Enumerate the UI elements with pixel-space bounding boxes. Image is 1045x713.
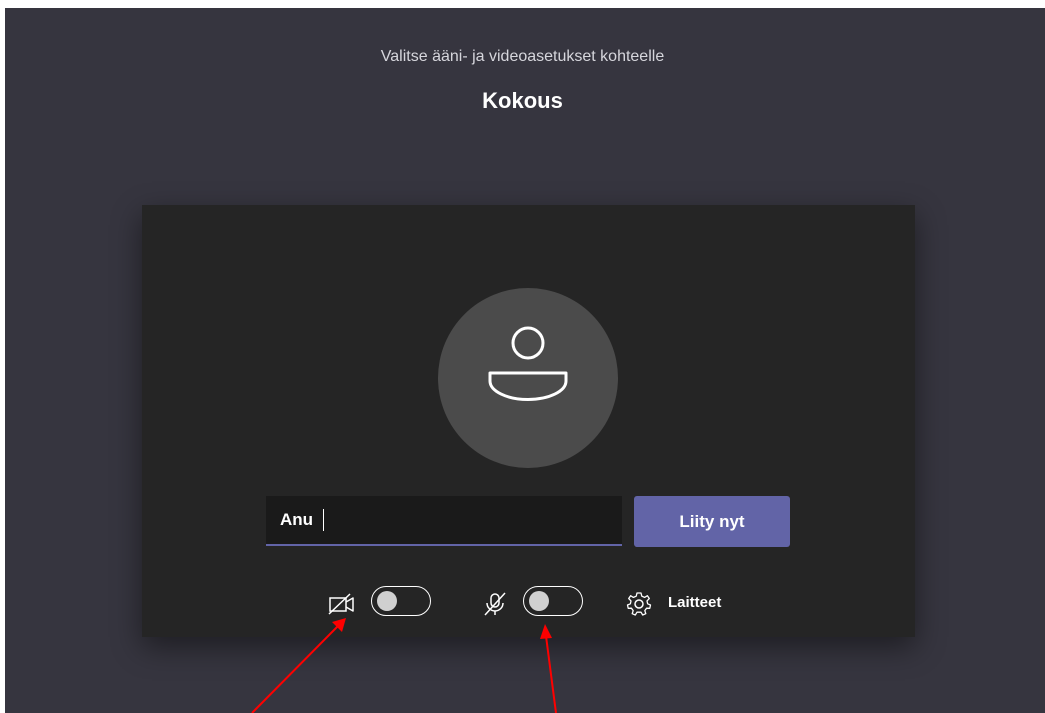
meeting-title: Kokous xyxy=(482,88,563,113)
text-cursor xyxy=(323,509,324,531)
name-input[interactable] xyxy=(280,506,600,534)
camera-off-icon[interactable] xyxy=(328,592,356,616)
camera-toggle-knob xyxy=(377,591,397,611)
avatar xyxy=(438,288,618,468)
devices-label: Laitteet xyxy=(668,594,722,611)
microphone-toggle[interactable] xyxy=(523,586,583,616)
person-icon xyxy=(488,326,568,401)
camera-toggle[interactable] xyxy=(371,586,431,616)
join-now-button[interactable]: Liity nyt xyxy=(634,496,790,547)
gear-icon xyxy=(626,592,652,616)
prejoin-subtitle: Valitse ääni- ja videoasetukset kohteell… xyxy=(380,48,665,65)
devices-button[interactable]: Laitteet xyxy=(626,588,746,618)
microphone-toggle-knob xyxy=(529,591,549,611)
mic-off-icon[interactable] xyxy=(481,590,509,618)
name-field[interactable] xyxy=(266,496,622,546)
